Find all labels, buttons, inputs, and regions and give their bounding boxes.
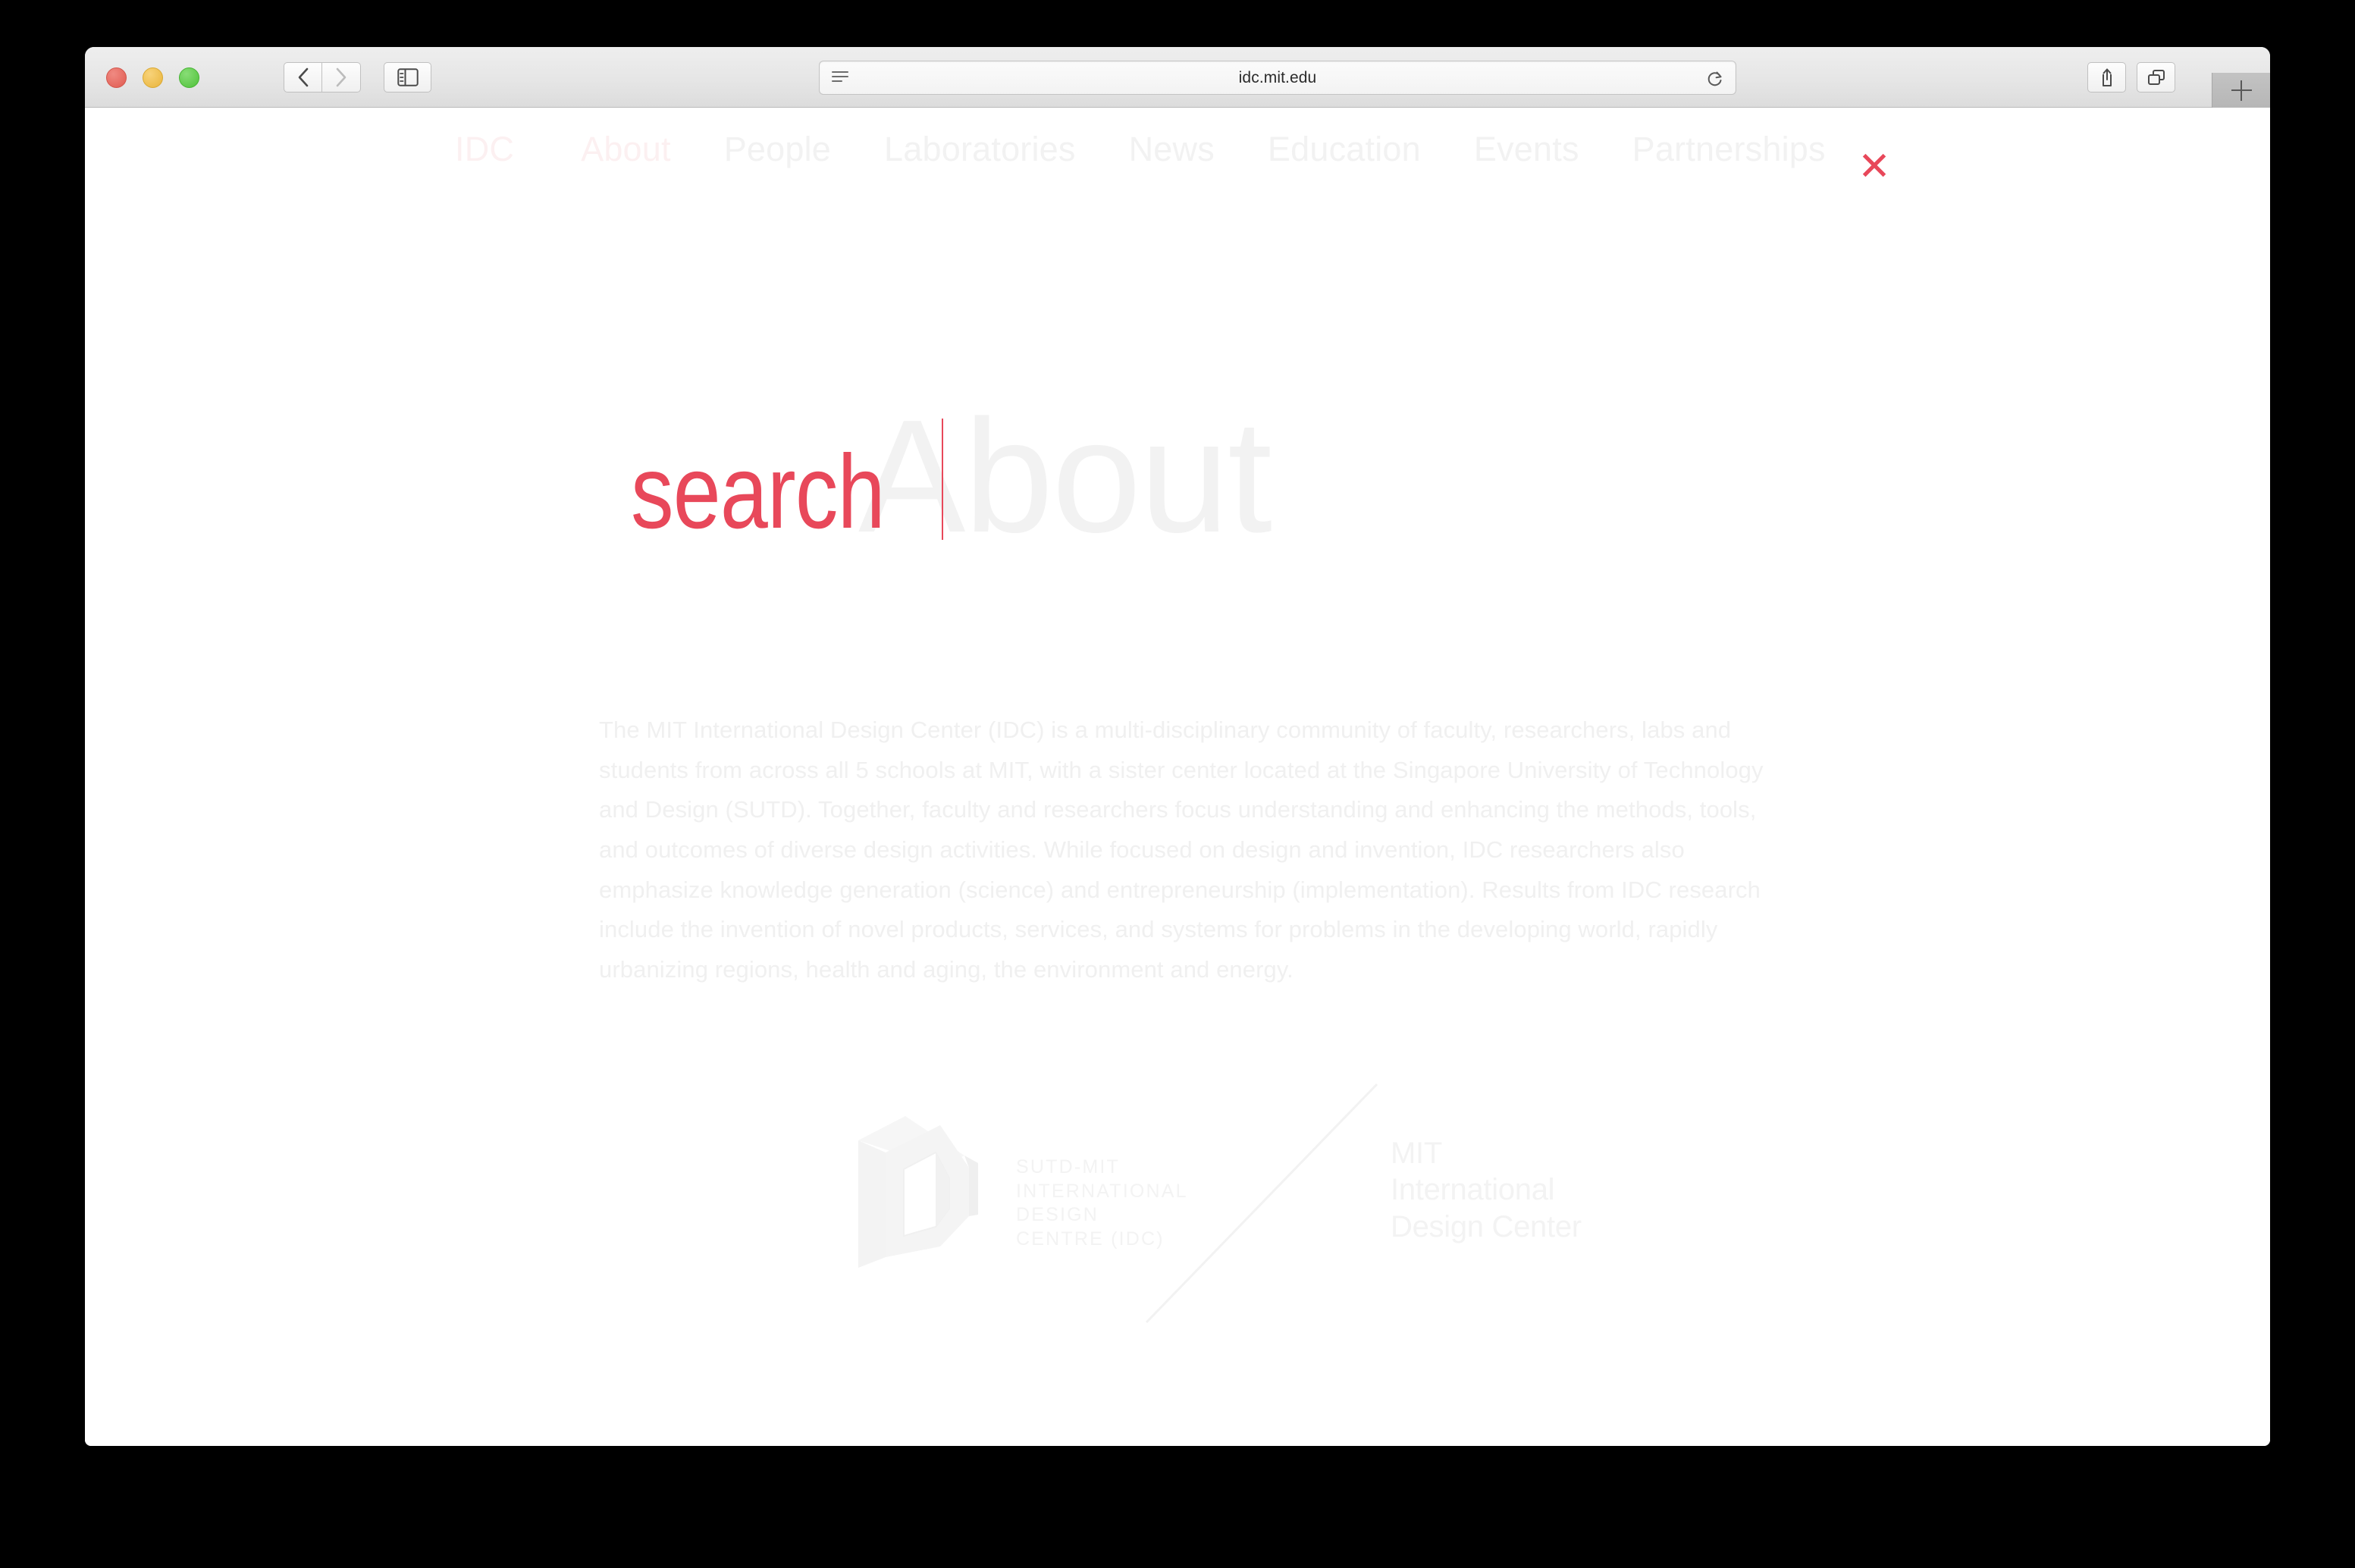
mit-logo-line-3: Design Center (1391, 1209, 1582, 1243)
chevron-right-icon (336, 67, 347, 87)
sidebar-toggle-button[interactable] (384, 62, 431, 93)
chevron-left-icon (298, 67, 308, 87)
logo-separator-slash (1145, 1083, 1378, 1324)
url-text: idc.mit.edu (1238, 68, 1317, 86)
address-bar[interactable]: idc.mit.edu (819, 61, 1736, 95)
text-cursor (942, 419, 944, 540)
new-tab-button[interactable] (2212, 73, 2270, 108)
navigation-buttons (284, 62, 361, 93)
toolbar-right-actions (2087, 62, 2175, 93)
reload-icon (1707, 71, 1722, 86)
mit-logo-line-1: MIT (1391, 1137, 1442, 1170)
forward-button[interactable] (322, 62, 361, 93)
search-field[interactable]: search (631, 419, 944, 544)
browser-toolbar: idc.mit.edu (85, 47, 2270, 108)
share-icon (2102, 68, 2112, 86)
share-button[interactable] (2087, 62, 2126, 93)
about-paragraph: The MIT International Design Center (IDC… (599, 717, 1764, 983)
sutd-mit-idc-logo[interactable]: SUTD-MIT INTERNATIONAL DESIGN CENTRE (ID… (851, 1109, 1188, 1275)
show-all-tabs-button[interactable] (2137, 62, 2175, 93)
minimize-window-button[interactable] (143, 67, 163, 88)
maximize-window-button[interactable] (179, 67, 199, 88)
page-content: IDC About People Laboratories News Educa… (85, 108, 2270, 1446)
plus-icon-horizontal (2231, 89, 2252, 91)
sidebar-icon (397, 68, 419, 86)
window-controls (106, 67, 199, 88)
idc-d-mark-icon (858, 1116, 978, 1268)
search-input-value[interactable]: search (631, 440, 886, 544)
mit-logo-line-2: International (1391, 1173, 1555, 1207)
browser-window: idc.mit.edu IDC About People Laboratorie… (85, 47, 2270, 1446)
footer: SUTD-MIT INTERNATIONAL DESIGN CENTRE (ID… (85, 1083, 2270, 1359)
hero-section: About search (85, 108, 2270, 684)
back-button[interactable] (284, 62, 322, 93)
mit-international-design-center-logo[interactable]: MIT International Design Center (1391, 1135, 1582, 1245)
reader-view-icon[interactable] (832, 71, 848, 85)
close-window-button[interactable] (106, 67, 127, 88)
reload-button[interactable] (1707, 70, 1723, 92)
show-tabs-icon (2147, 70, 2165, 85)
